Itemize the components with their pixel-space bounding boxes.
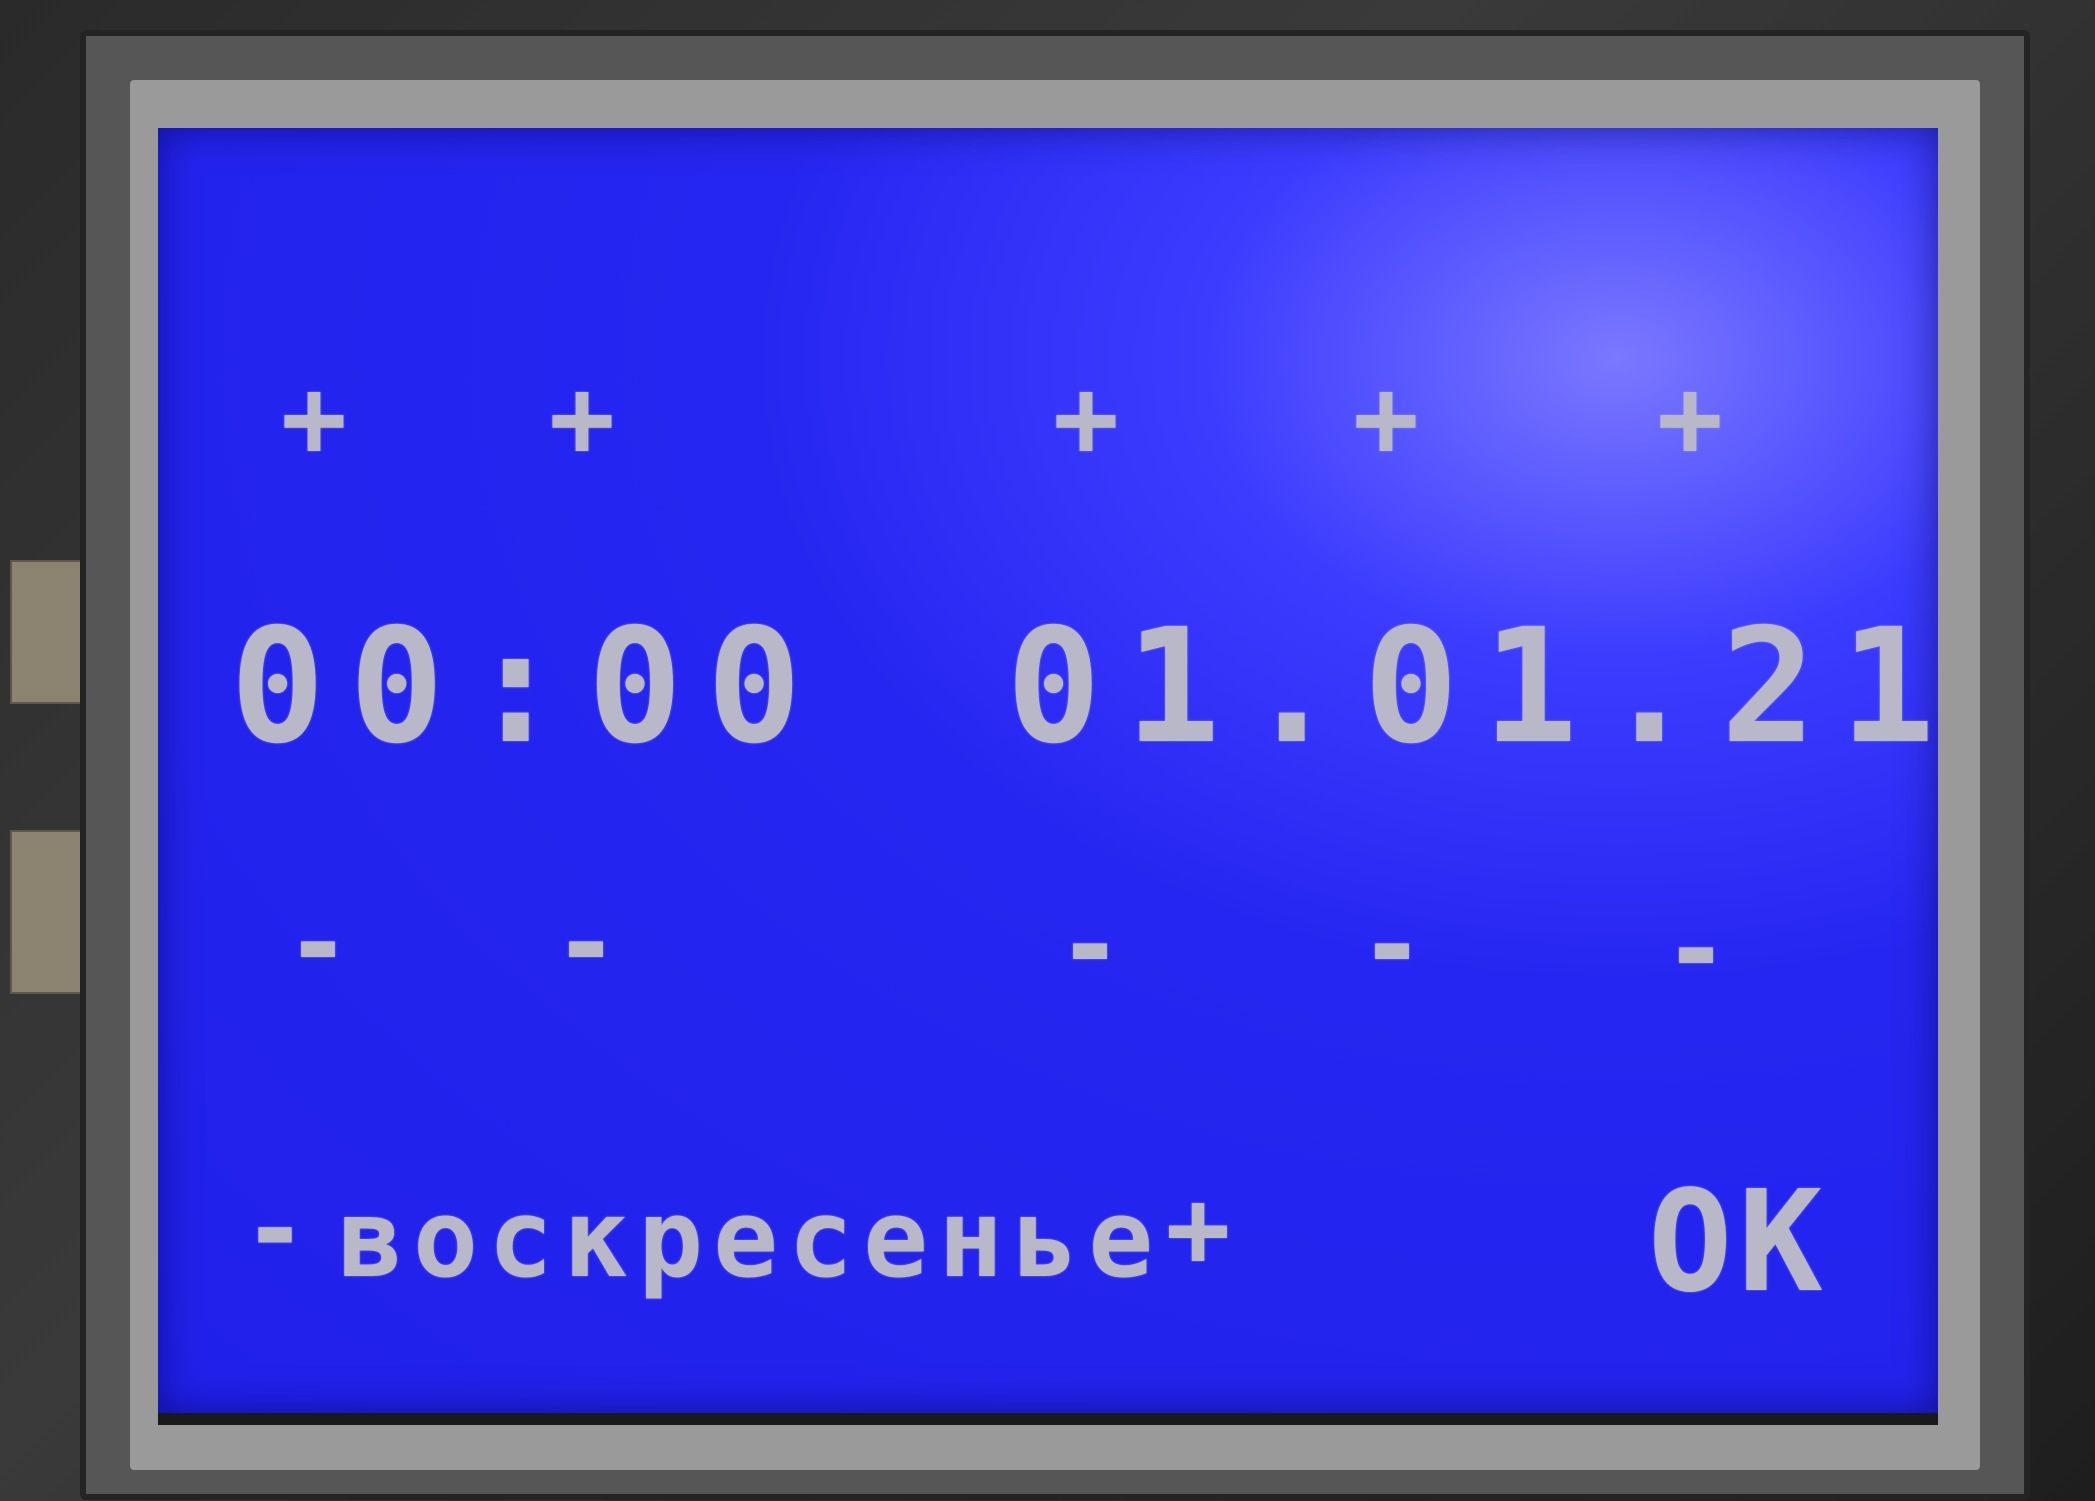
hour-minus-button[interactable]: - xyxy=(262,888,382,998)
lcd-screen: + + + + + 00:00 01.01.21 - - - - - - вос… xyxy=(158,128,1938,1413)
month-minus-button[interactable]: - xyxy=(1336,890,1456,1000)
weekday-display: воскресенье xyxy=(338,1177,1164,1302)
hour-plus-button[interactable]: + xyxy=(258,363,378,473)
weekday-minus-button[interactable]: - xyxy=(240,1176,320,1284)
year-plus-button[interactable]: + xyxy=(1634,363,1754,473)
date-display: 01.01.21 xyxy=(1006,595,1938,779)
weekday-plus-button[interactable]: + xyxy=(1158,1176,1248,1284)
minute-minus-button[interactable]: - xyxy=(530,888,650,998)
ok-button[interactable]: OK xyxy=(1648,1173,1829,1313)
year-minus-button[interactable]: - xyxy=(1640,894,1760,1004)
day-plus-button[interactable]: + xyxy=(1030,363,1150,473)
day-minus-button[interactable]: - xyxy=(1034,890,1154,1000)
time-display: 00:00 xyxy=(230,595,826,779)
minute-plus-button[interactable]: + xyxy=(526,363,646,473)
month-plus-button[interactable]: + xyxy=(1330,363,1450,473)
